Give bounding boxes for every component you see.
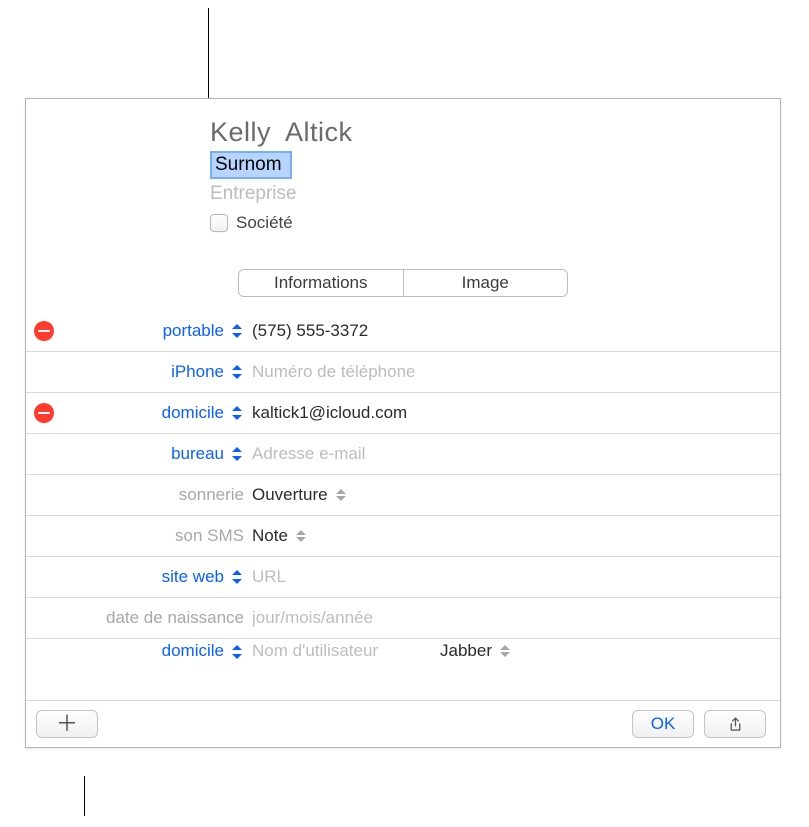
texttone-picker[interactable]: Note bbox=[252, 526, 766, 546]
label-picker-im[interactable]: domicile bbox=[62, 641, 244, 661]
row-email-bureau: bureau Adresse e-mail bbox=[26, 434, 780, 475]
updown-icon bbox=[230, 404, 244, 422]
updown-icon bbox=[230, 643, 244, 661]
ringtone-picker[interactable]: Ouverture bbox=[252, 485, 766, 505]
company-checkbox[interactable] bbox=[210, 214, 228, 232]
row-im-peek: domicile Nom d'utilisateur Jabber bbox=[26, 639, 780, 661]
contact-edit-panel: Kelly Altick Entreprise Société Informat… bbox=[25, 98, 781, 748]
company-field[interactable]: Entreprise bbox=[210, 183, 756, 205]
share-button[interactable] bbox=[704, 710, 766, 738]
label-ringtone: sonnerie bbox=[62, 485, 244, 505]
phone-placeholder[interactable]: Numéro de téléphone bbox=[252, 362, 766, 382]
label-text: site web bbox=[162, 567, 224, 587]
url-placeholder[interactable]: URL bbox=[252, 567, 766, 587]
contact-name[interactable]: Kelly Altick bbox=[210, 117, 756, 148]
label-text: sonnerie bbox=[179, 485, 244, 505]
email-placeholder[interactable]: Adresse e-mail bbox=[252, 444, 766, 464]
updown-icon bbox=[230, 363, 244, 381]
label-picker-portable[interactable]: portable bbox=[62, 321, 244, 341]
phone-value[interactable]: (575) 555-3372 bbox=[252, 321, 766, 341]
birthday-placeholder[interactable]: jour/mois/année bbox=[252, 608, 766, 628]
label-picker-iphone[interactable]: iPhone bbox=[62, 362, 244, 382]
label-text: son SMS bbox=[175, 526, 244, 546]
label-text: domicile bbox=[162, 403, 224, 423]
label-text: bureau bbox=[171, 444, 224, 464]
updown-icon bbox=[334, 487, 346, 503]
label-text: date de naissance bbox=[106, 608, 244, 628]
tab-image[interactable]: Image bbox=[404, 270, 568, 296]
label-text: domicile bbox=[162, 641, 224, 661]
row-url: site web URL bbox=[26, 557, 780, 598]
label-texttone: son SMS bbox=[62, 526, 244, 546]
email-value[interactable]: kaltick1@icloud.com bbox=[252, 403, 766, 423]
contact-header: Kelly Altick Entreprise Société bbox=[26, 99, 780, 255]
im-service-picker[interactable]: Jabber bbox=[440, 641, 510, 661]
row-email-domicile: domicile kaltick1@icloud.com bbox=[26, 393, 780, 434]
row-phone-portable: portable (575) 555-3372 bbox=[26, 311, 780, 352]
remove-email-icon[interactable] bbox=[34, 403, 54, 423]
last-name[interactable]: Altick bbox=[285, 117, 353, 147]
updown-icon bbox=[294, 528, 306, 544]
updown-icon bbox=[230, 568, 244, 586]
ok-button[interactable]: OK bbox=[632, 710, 694, 738]
label-text: portable bbox=[163, 321, 224, 341]
row-birthday: date de naissance jour/mois/année bbox=[26, 598, 780, 639]
label-picker-domicile[interactable]: domicile bbox=[62, 403, 244, 423]
updown-icon bbox=[230, 322, 244, 340]
row-texttone: son SMS Note bbox=[26, 516, 780, 557]
row-ringtone: sonnerie Ouverture bbox=[26, 475, 780, 516]
add-field-button[interactable]: ＋ bbox=[36, 710, 98, 738]
row-phone-iphone: iPhone Numéro de téléphone bbox=[26, 352, 780, 393]
label-text: iPhone bbox=[171, 362, 224, 382]
footer-bar: ＋ OK bbox=[26, 700, 780, 747]
im-username-placeholder[interactable]: Nom d'utilisateur bbox=[252, 641, 432, 661]
share-icon bbox=[727, 716, 744, 733]
callout-line-bottom bbox=[84, 776, 85, 816]
company-checkbox-label: Société bbox=[236, 213, 293, 233]
nickname-input[interactable] bbox=[212, 153, 290, 177]
label-birthday: date de naissance bbox=[62, 608, 244, 628]
remove-phone-icon[interactable] bbox=[34, 321, 54, 341]
fields-list: portable (575) 555-3372 iPhone Numéro de… bbox=[26, 311, 780, 700]
updown-icon bbox=[498, 643, 510, 659]
label-picker-siteweb[interactable]: site web bbox=[62, 567, 244, 587]
nickname-field-wrap bbox=[210, 151, 292, 179]
info-image-segmented: Informations Image bbox=[238, 269, 568, 297]
first-name[interactable]: Kelly bbox=[210, 117, 271, 147]
label-picker-bureau[interactable]: bureau bbox=[62, 444, 244, 464]
updown-icon bbox=[230, 445, 244, 463]
tab-informations[interactable]: Informations bbox=[239, 270, 404, 296]
